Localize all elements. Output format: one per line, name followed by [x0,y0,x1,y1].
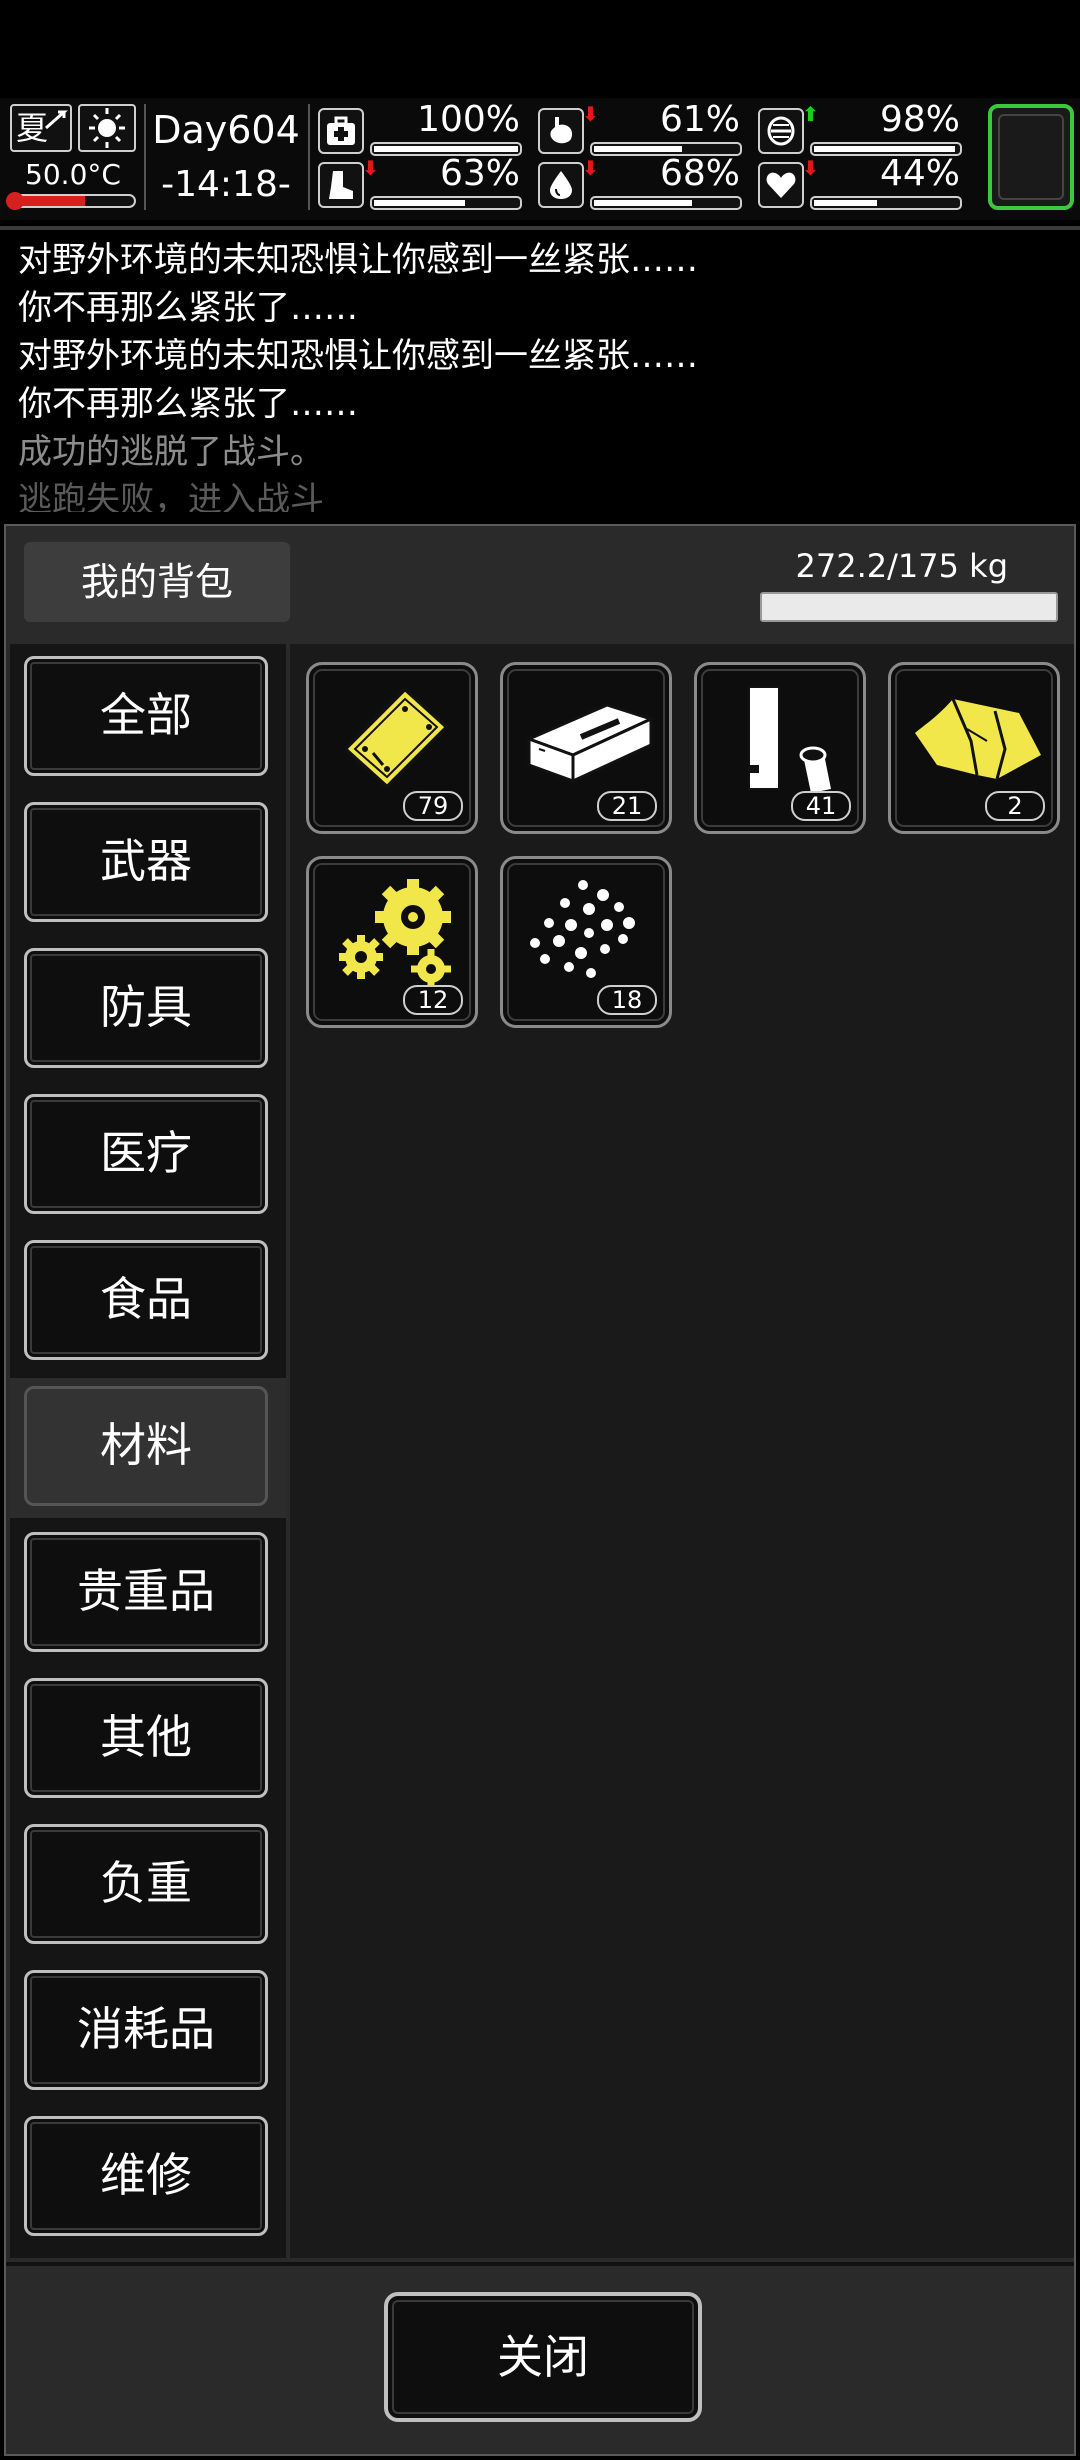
stat-thirst: ⬇ 68% [538,154,748,210]
mood-value: 44% [879,153,960,194]
stamina-bar [370,196,522,210]
backpack-title: 我的背包 [24,542,290,622]
thirst-bar [590,196,742,210]
close-button[interactable]: 关闭 [384,2292,702,2422]
backpack-panel: 我的背包 272.2/175 kg 全部 武器 防具 医疗 食品 材料 贵重品 … [4,524,1076,2456]
stamina-value: 63% [439,153,520,194]
item-slot[interactable]: 12 [306,856,478,1028]
heart-icon [758,162,804,208]
stomach-icon [538,108,584,154]
hunger-value: 61% [659,99,740,140]
item-slot[interactable]: 2 [888,662,1060,834]
item-count: 41 [791,791,851,821]
weather-indicator [78,104,136,152]
stat-mood: ⬇ 44% [758,154,968,210]
water-drop-icon [538,162,584,208]
log-line: 对野外环境的未知恐惧让你感到一丝紧张…… [18,336,698,376]
weight-bar [760,592,1058,622]
item-grid: 79 21 41 2 12 18 [290,644,1074,2258]
item-slot[interactable]: 21 [500,662,672,834]
temperature-readout: 50.0°C [25,158,121,191]
boot-icon [318,162,364,208]
category-consumables-button[interactable]: 消耗品 [24,1970,268,2090]
category-medical-button[interactable]: 医疗 [24,1094,268,1214]
sanity-value: 98% [879,99,960,140]
category-sidebar: 全部 武器 防具 医疗 食品 材料 贵重品 其他 负重 消耗品 维修 [10,644,286,2258]
gears-icon [339,879,451,989]
equipped-item-slot[interactable] [988,104,1074,210]
divider [308,104,310,210]
thirst-value: 68% [659,153,740,194]
thermometer-icon [6,192,24,210]
wind-icon [45,110,68,130]
log-line: 对野外环境的未知恐惧让你感到一丝紧张…… [18,240,698,280]
brain-icon [758,108,804,154]
item-count: 2 [985,791,1045,821]
category-food-button[interactable]: 食品 [24,1240,268,1360]
game-clock: -14:18- [161,164,291,205]
health-value: 100% [417,99,520,140]
log-line: 你不再那么紧张了…… [18,384,358,424]
trend-up-arrow: ⬆ [802,102,819,126]
stat-health: 100% [318,100,528,156]
item-count: 79 [403,791,463,821]
trend-down-arrow: ⬇ [802,156,819,180]
category-repair-button[interactable]: 维修 [24,2116,268,2236]
trend-down-arrow: ⬇ [582,102,599,126]
item-slot[interactable]: 79 [306,662,478,834]
temperature-bar [10,194,136,208]
medkit-icon [318,108,364,154]
item-slot[interactable]: 18 [500,856,672,1028]
log-line: 成功的逃脱了战斗。 [18,432,324,472]
pipe-icon [748,686,831,793]
item-slot[interactable]: 41 [694,662,866,834]
item-count: 12 [403,985,463,1015]
stat-stamina: ⬇ 63% [318,154,528,210]
category-carry-button[interactable]: 负重 [24,1824,268,1944]
item-count: 18 [597,985,657,1015]
category-materials-button[interactable]: 材料 [24,1386,268,1506]
item-count: 21 [597,791,657,821]
category-all-button[interactable]: 全部 [24,656,268,776]
log-line: 逃跑失败，进入战斗 [18,480,324,512]
sun-icon [89,108,125,148]
day-counter: Day604 [152,108,300,152]
category-armor-button[interactable]: 防具 [24,948,268,1068]
weight-readout: 272.2/175 kg [795,547,1008,585]
divider [144,104,146,210]
mood-bar [810,196,962,210]
message-log[interactable]: 对野外环境的未知恐惧让你感到一丝紧张…… 你不再那么紧张了…… 对野外环境的未知… [0,226,1080,512]
category-other-button[interactable]: 其他 [24,1678,268,1798]
trend-down-arrow: ⬇ [362,156,379,180]
trend-down-arrow: ⬇ [582,156,599,180]
category-valuables-button[interactable]: 贵重品 [24,1532,268,1652]
metal-plate-icon [342,686,450,790]
stat-hunger: ⬇ 61% [538,100,748,156]
brick-icon [524,703,656,784]
beads-icon [528,878,637,980]
cloth-icon [915,698,1041,780]
log-line: 你不再那么紧张了…… [18,288,358,328]
season-indicator: 夏 [10,104,72,152]
divider [6,2262,1074,2266]
category-weapons-button[interactable]: 武器 [24,802,268,922]
status-hud: 夏 50.0°C Day604 -14:18- 100% ⬇ 61% ⬆ 98%… [0,98,1080,220]
stat-sanity: ⬆ 98% [758,100,968,156]
